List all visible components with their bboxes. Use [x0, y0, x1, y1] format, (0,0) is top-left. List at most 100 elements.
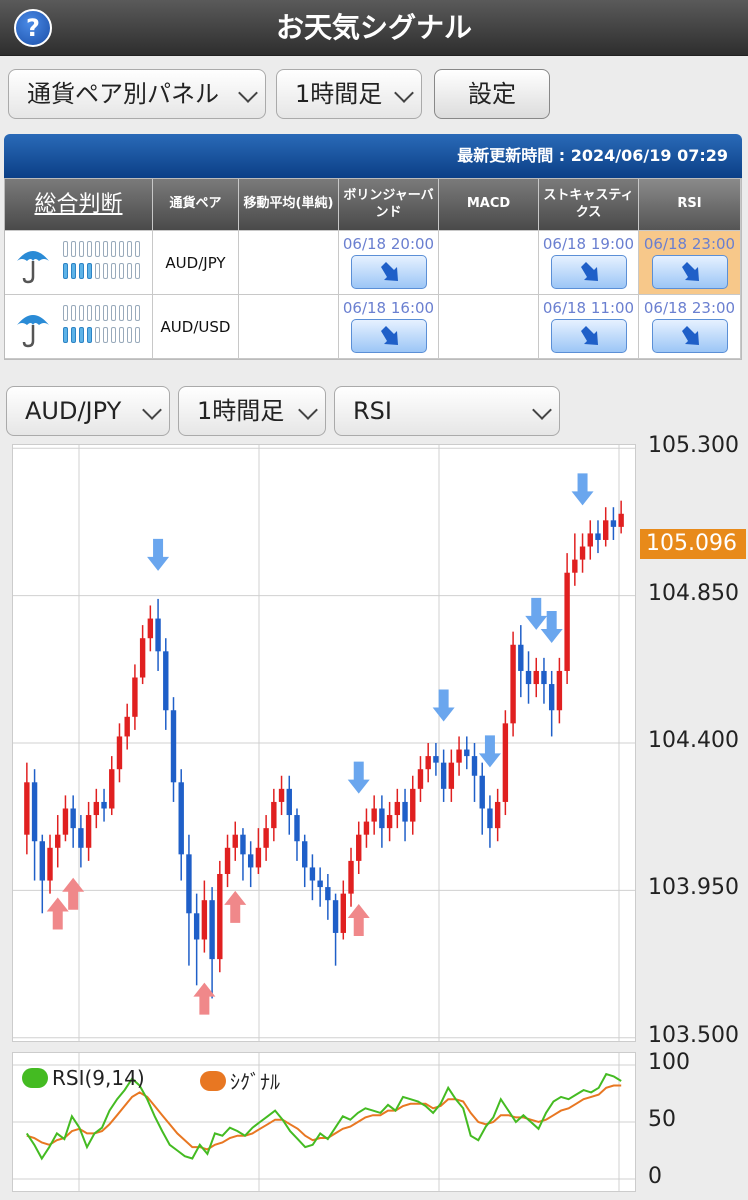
- signal-cell-rsi: 06/18 23:00: [639, 231, 741, 295]
- signal-button[interactable]: [350, 319, 427, 353]
- timeframe-select-label: 1時間足: [295, 80, 383, 108]
- candle: [278, 775, 285, 816]
- rsi-y-axis-label: 100: [648, 1050, 690, 1075]
- chart-timeframe-select-label: 1時間足: [197, 397, 285, 425]
- chart-timeframe-select[interactable]: 1時間足: [178, 386, 326, 436]
- candle: [595, 520, 601, 554]
- meter-segment: [71, 241, 76, 257]
- meter-segment: [87, 263, 92, 279]
- buy-signal-arrow: [62, 877, 85, 910]
- meter-segment: [103, 327, 108, 343]
- meter-segment: [87, 327, 92, 343]
- arrow-down-right-icon: [380, 326, 398, 345]
- column-header: MACD: [439, 179, 539, 231]
- app-header: ? お天気シグナル: [0, 0, 748, 56]
- meter-segment: [103, 263, 108, 279]
- y-axis-label: 104.850: [648, 580, 739, 606]
- candle: [109, 756, 115, 816]
- umbrella-icon: [17, 251, 49, 284]
- chevron-down-icon: [298, 400, 318, 420]
- meter-segment: [127, 305, 132, 321]
- meter-segment: [135, 327, 140, 343]
- meter-segment: [127, 327, 132, 343]
- meter-segment: [79, 327, 84, 343]
- signal-button[interactable]: [550, 319, 627, 353]
- arrow-down-right-icon: [580, 262, 598, 281]
- arrow-down-right-icon: [580, 326, 598, 345]
- candle: [471, 743, 478, 802]
- signal-cell-rsi: 06/18 23:00: [639, 295, 741, 359]
- candle: [186, 834, 192, 966]
- signal-time: 06/18 16:00: [342, 299, 435, 317]
- page-title: お天気シグナル: [275, 11, 472, 44]
- sell-signal-arrow: [347, 761, 370, 794]
- column-header: 通貨ペア: [153, 179, 239, 231]
- meter-segment: [71, 305, 76, 321]
- meter-segment: [135, 241, 140, 257]
- candle: [24, 762, 30, 855]
- legend-rsi: RSI(9,14): [22, 1066, 145, 1090]
- y-axis-label: 104.400: [648, 728, 739, 753]
- candle: [556, 657, 563, 724]
- settings-button[interactable]: 設定: [434, 69, 550, 119]
- candle: [155, 598, 161, 671]
- y-axis-label: 103.500: [648, 1022, 739, 1048]
- candle: [201, 880, 208, 953]
- signal-time: 06/18 11:00: [542, 299, 635, 317]
- chart-indicator-select[interactable]: RSI: [334, 386, 560, 436]
- panel-type-select[interactable]: 通貨ペア別パネル: [8, 69, 266, 119]
- candle: [247, 841, 254, 888]
- candle: [302, 834, 308, 888]
- price-chart[interactable]: [12, 444, 636, 1042]
- signal-button[interactable]: [651, 255, 728, 289]
- meter-segment: [119, 263, 124, 279]
- signal-button[interactable]: [550, 255, 627, 289]
- candle: [70, 795, 76, 848]
- panel-header-bar: 最新更新時間 : 2024/06/19 07:29: [4, 134, 742, 178]
- meter-segment: [79, 241, 84, 257]
- candle: [340, 880, 346, 940]
- candle: [433, 743, 439, 776]
- y-axis-label: 105.300: [648, 433, 739, 459]
- candle: [217, 860, 223, 973]
- candle: [47, 834, 53, 894]
- candle: [139, 625, 146, 685]
- sell-signal-arrow: [525, 597, 548, 630]
- chart-indicator-select-label: RSI: [353, 397, 392, 425]
- signal-button[interactable]: [651, 319, 728, 353]
- candle: [371, 795, 377, 835]
- timeframe-select[interactable]: 1時間足: [276, 69, 422, 119]
- candle: [116, 723, 123, 783]
- candle: [425, 743, 431, 783]
- candle: [170, 697, 177, 802]
- meter-segment: [87, 241, 92, 257]
- candle: [464, 736, 470, 770]
- meter-segment: [111, 263, 116, 279]
- app-root: ? お天気シグナル 通貨ペア別パネル 1時間足 設定 最新更新時間 : 2024…: [0, 0, 748, 1200]
- buy-signal-arrow: [46, 897, 69, 930]
- meter-segment: [95, 241, 100, 257]
- meter-segment: [63, 327, 68, 343]
- meter-segment: [79, 263, 84, 279]
- meter-segment: [63, 263, 68, 279]
- sell-signal-arrow: [540, 610, 563, 643]
- signal-button[interactable]: [350, 255, 427, 289]
- candle: [410, 775, 416, 835]
- candle: [348, 847, 354, 907]
- chevron-down-icon: [394, 83, 414, 103]
- price-chart-svg: [13, 445, 635, 1041]
- meter-segment: [135, 305, 140, 321]
- candle: [163, 638, 169, 730]
- candle: [93, 788, 100, 829]
- legend-rsi-label: RSI(9,14): [52, 1066, 145, 1090]
- chart-pair-select-label: AUD/JPY: [25, 397, 122, 425]
- chart-pair-select[interactable]: AUD/JPY: [6, 386, 170, 436]
- candle: [309, 854, 316, 901]
- meter-segment: [119, 327, 124, 343]
- candle: [448, 749, 455, 802]
- legend-signal: ｼｸﾞﾅﾙ: [200, 1066, 280, 1095]
- meter-segment: [71, 327, 76, 343]
- candle: [525, 651, 532, 704]
- signal-cell-macd: [439, 295, 539, 359]
- candle: [379, 795, 385, 848]
